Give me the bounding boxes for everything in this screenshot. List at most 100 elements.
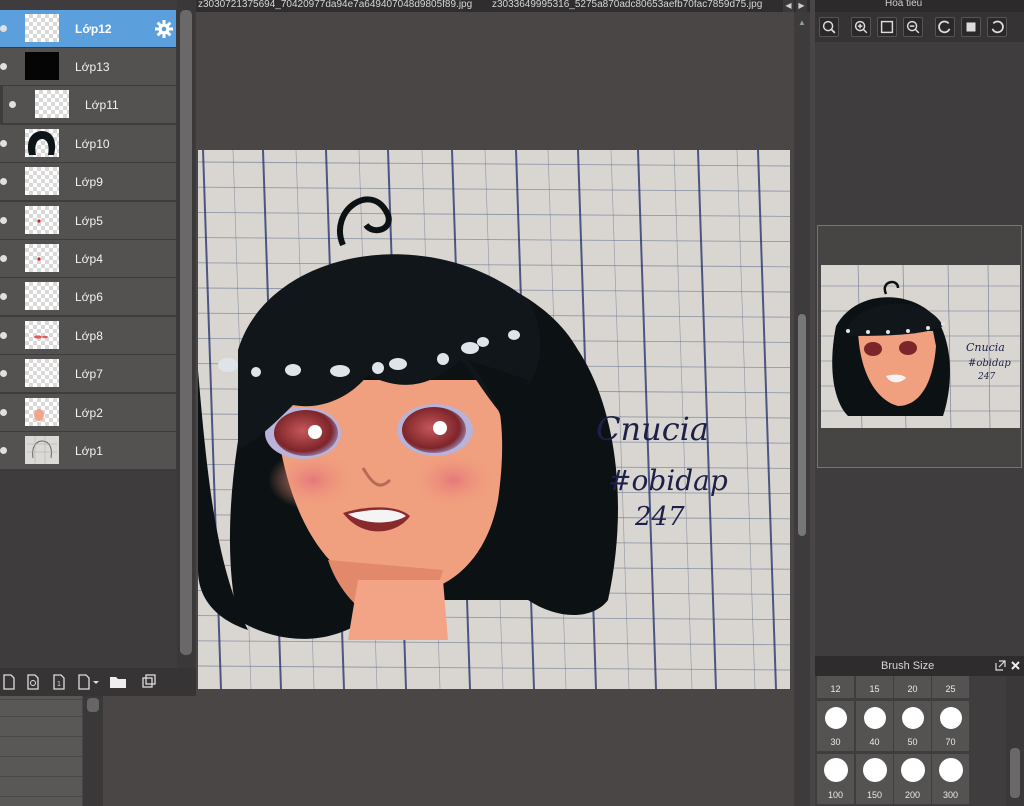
visibility-eye-icon[interactable] [0,332,7,339]
visibility-eye-icon[interactable] [0,140,7,147]
layer-name: Lớp12 [75,22,112,36]
layers-panel: Lớp12 Lớp13 Lớp11 Lớp10 Lớp9 Lớp5 Lớp4 Lớp6 Lớp8… [0,0,196,696]
color-set-scroll-thumb[interactable] [87,698,99,712]
canvas-vertical-scrollbar[interactable]: ▲ [794,12,810,806]
layer-thumbnail [25,52,59,80]
new-layer-icon[interactable] [0,673,18,691]
navigator-title: Hoa tieu [885,0,923,9]
preview-hashtag: #obidap [968,358,1011,369]
layers-scroll-thumb[interactable] [180,10,192,655]
brush-size-option[interactable]: 12 [817,676,854,698]
visibility-eye-icon[interactable] [0,63,7,70]
navigator-panel: Hoa tieu Cnucia #obidap 247 [815,0,1024,656]
brush-size-option[interactable]: 200 [894,754,931,804]
layer-row[interactable]: Lớp9 [0,163,176,201]
zoom-in-icon[interactable] [851,17,871,37]
duplicate-layer-icon[interactable] [140,673,158,691]
preview-signature: Cnucia [966,341,1005,354]
brush-scroll-thumb[interactable] [1010,748,1020,798]
brush-size-label: 100 [827,790,844,800]
layer-row[interactable]: Lớp2 [0,394,176,432]
visibility-eye-icon[interactable] [0,255,7,262]
layer-thumbnail [25,167,59,195]
layer-row[interactable]: Lớp1 [0,432,176,470]
brush-size-label: 200 [904,790,921,800]
zoom-out-icon[interactable] [903,17,923,37]
brush-size-option[interactable]: 300 [932,754,969,804]
document-tab-bar: z3030721375694_70420977da94e7a649407048d… [196,0,810,12]
layer-toolbar: 1 [0,668,196,696]
scroll-up-icon[interactable]: ▲ [798,18,806,27]
layer-row[interactable]: Lớp10 [0,125,176,163]
tab-file-1[interactable]: z3030721375694_70420977da94e7a649407048d… [198,0,488,12]
visibility-eye-icon[interactable] [0,217,7,224]
brush-tip-icon [823,758,848,782]
layer-row[interactable]: Lớp8 [0,317,176,355]
layer-thumbnail [25,282,59,310]
brush-size-option[interactable]: 70 [932,701,969,751]
navigator-toolbar [815,12,1024,42]
brush-size-option[interactable]: 40 [856,701,893,751]
layer-row[interactable]: Lớp13 [0,48,176,86]
brush-size-option[interactable]: 15 [856,676,893,698]
brush-size-option[interactable]: 100 [817,754,854,804]
layer-row[interactable]: Lớp7 [0,355,176,393]
brush-size-scrollbar[interactable] [1006,676,1024,806]
layer-row[interactable]: Lớp4 [0,240,176,278]
layer-name: Lớp4 [75,252,103,266]
navigator-preview[interactable]: Cnucia #obidap 247 [817,225,1022,468]
layer-thumbnail [25,436,59,464]
rotate-right-icon[interactable] [987,17,1007,37]
brush-size-label: 15 [869,684,880,694]
brush-tip-icon [901,707,924,729]
layer-row[interactable]: Lớp11 [0,86,176,124]
tab-next-icon[interactable]: ▶ [796,0,807,12]
rotate-left-icon[interactable] [935,17,955,37]
canvas-scroll-thumb[interactable] [798,314,806,536]
popout-icon[interactable] [995,660,1006,671]
close-icon[interactable] [1010,660,1021,671]
brush-size-option[interactable]: 25 [932,676,969,698]
layer-name: Lớp8 [75,329,103,343]
visibility-eye-icon[interactable] [0,293,7,300]
new-folder-icon[interactable] [108,673,128,691]
brush-tip-icon [862,758,887,782]
fit-icon[interactable] [877,17,897,37]
layer-row[interactable]: Lớp12 [0,10,176,48]
brush-size-label: 300 [942,790,959,800]
brush-size-option[interactable]: 30 [817,701,854,751]
tab-file-2[interactable]: z3033649995316_5275a870adc80653aefb70fac… [492,0,782,12]
brush-size-option[interactable]: 50 [894,701,931,751]
brush-size-label: 20 [907,684,918,694]
layer-thumbnail [25,359,59,387]
layer-property-gear-icon[interactable] [154,19,174,39]
visibility-eye-icon[interactable] [0,409,7,416]
preview-number: 247 [977,372,995,382]
layer-name: Lớp9 [75,175,103,189]
tab-prev-icon[interactable]: ◀ [783,0,794,12]
visibility-eye-icon[interactable] [0,25,7,32]
brush-size-label: 25 [945,684,956,694]
visibility-eye-icon[interactable] [9,101,16,108]
layer-row[interactable]: Lớp5 [0,202,176,240]
brush-size-option[interactable]: 20 [894,676,931,698]
color-set-list [0,696,82,806]
layers-scrollbar[interactable] [177,0,195,668]
layer-row[interactable]: Lớp6 [0,278,176,316]
color-set-scrollbar[interactable] [83,696,103,806]
svg-text:1: 1 [57,681,61,688]
layer-name: Lớp11 [85,98,119,112]
zoom-actual-icon[interactable] [819,17,839,37]
layer-thumbnail [25,206,59,234]
brush-size-label: 40 [869,737,880,747]
layer-thumbnail [25,398,59,426]
canvas-artwork[interactable]: Cnucia #obidap 247 [198,150,790,689]
new-halftone-layer-icon[interactable] [24,673,42,691]
new-raster-dropdown-icon[interactable] [76,673,102,691]
new-1bit-layer-icon[interactable]: 1 [50,673,68,691]
visibility-eye-icon[interactable] [0,447,7,454]
fit-window-icon[interactable] [961,17,981,37]
visibility-eye-icon[interactable] [0,370,7,377]
brush-size-option[interactable]: 150 [856,754,893,804]
visibility-eye-icon[interactable] [0,178,7,185]
